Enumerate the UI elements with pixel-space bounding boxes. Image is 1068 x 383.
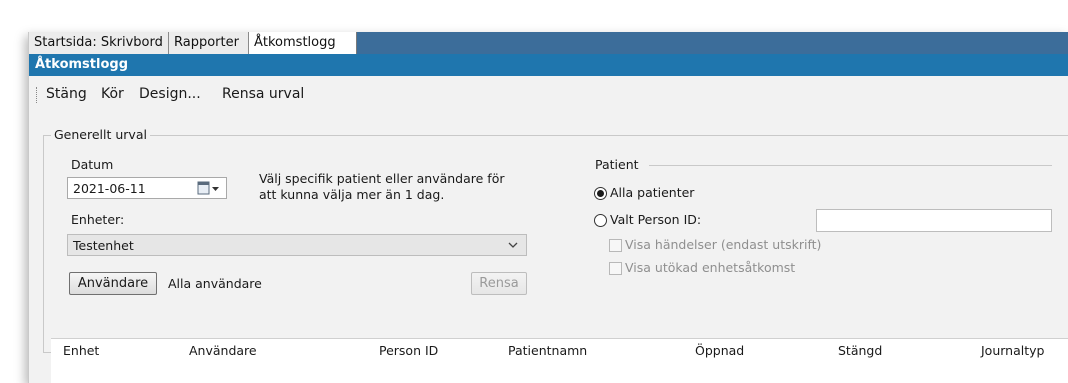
chevron-down-icon (508, 242, 518, 248)
date-label: Datum (71, 157, 114, 172)
results-table-body[interactable] (51, 364, 1068, 383)
users-button[interactable]: Användare (69, 272, 157, 295)
date-hint-text: Välj specifik patient eller användare fö… (259, 171, 505, 202)
window-title: Åtkomstlogg (29, 54, 1068, 76)
column-anvandare[interactable]: Användare (189, 343, 257, 358)
units-select[interactable]: Testenhet (67, 234, 527, 256)
tab-strip: Startsida: Skrivbord Rapporter Åtkomstlo… (29, 32, 1068, 54)
patient-legend: Patient (595, 157, 639, 172)
run-button[interactable]: Kör (101, 86, 124, 102)
toolbar-grip[interactable] (36, 87, 39, 103)
show-extended-label: Visa utökad enhetsåtkomst (625, 260, 796, 275)
close-button[interactable]: Stäng (46, 86, 87, 102)
show-events-checkbox[interactable] (609, 239, 622, 252)
tab-startsida[interactable]: Startsida: Skrivbord (29, 32, 169, 54)
selected-person-label: Valt Person ID: (610, 212, 702, 227)
person-id-input[interactable] (816, 209, 1052, 232)
column-enhet[interactable]: Enhet (63, 343, 99, 358)
all-patients-label: Alla patienter (610, 185, 695, 200)
tab-atkomstlogg[interactable]: Åtkomstlogg (249, 32, 357, 54)
clear-users-button[interactable]: Rensa (471, 272, 527, 295)
all-patients-radio[interactable] (594, 187, 607, 200)
column-stangd[interactable]: Stängd (838, 343, 882, 358)
column-oppnad[interactable]: Öppnad (695, 343, 744, 358)
patient-divider (649, 165, 1052, 166)
date-picker[interactable]: 2021-06-11 (67, 177, 227, 199)
general-selection-legend: Generellt urval (51, 127, 150, 142)
toolbar: Stäng Kör Design... Rensa urval (29, 76, 1068, 112)
calendar-dropdown-icon[interactable] (197, 181, 221, 195)
column-person-id[interactable]: Person ID (379, 343, 438, 358)
column-patientnamn[interactable]: Patientnamn (508, 343, 587, 358)
show-events-label: Visa händelser (endast utskrift) (625, 237, 822, 252)
results-table-header: Enhet Användare Person ID Patientnamn Öp… (51, 338, 1068, 383)
tab-rapporter[interactable]: Rapporter (169, 32, 249, 54)
date-value: 2021-06-11 (73, 181, 146, 196)
design-button[interactable]: Design... (139, 86, 201, 102)
show-extended-checkbox[interactable] (609, 262, 622, 275)
units-value: Testenhet (73, 238, 134, 253)
clear-selection-button[interactable]: Rensa urval (222, 86, 304, 102)
users-value: Alla användare (168, 276, 262, 291)
units-label: Enheter: (71, 212, 125, 227)
column-journaltyp[interactable]: Journaltyp (981, 343, 1044, 358)
selected-person-radio[interactable] (594, 214, 607, 227)
report-window: Startsida: Skrivbord Rapporter Åtkomstlo… (28, 32, 1068, 383)
